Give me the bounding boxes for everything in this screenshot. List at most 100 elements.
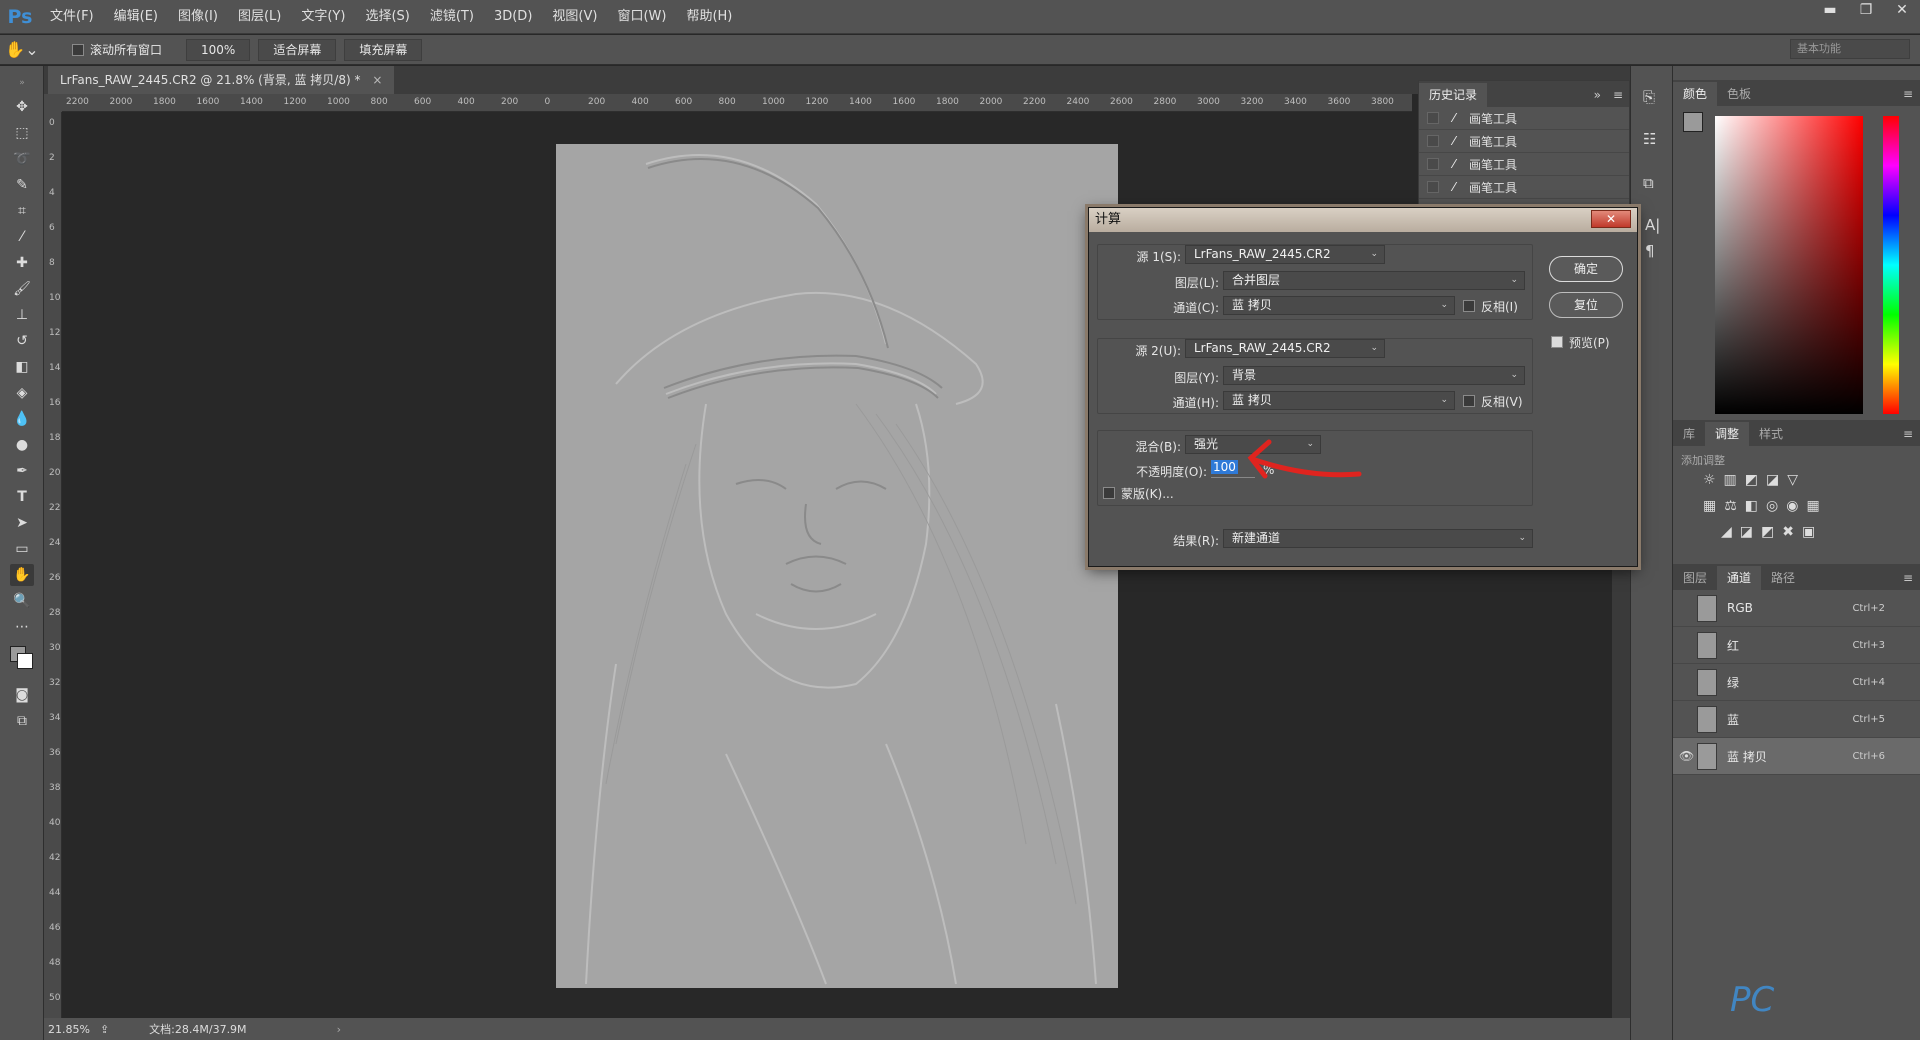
path-select-tool-icon[interactable]: ➤ xyxy=(10,512,34,534)
channel-row[interactable]: 红 Ctrl+3 xyxy=(1673,627,1920,664)
foreground-swatch[interactable] xyxy=(1683,112,1703,132)
adjustment-icons-row1[interactable]: ☼▥◩◪▽ xyxy=(1703,472,1806,488)
preview-checkbox[interactable] xyxy=(1551,336,1563,348)
tab-adjustments[interactable]: 调整 xyxy=(1705,422,1750,446)
fill-screen-button[interactable]: 填充屏幕 xyxy=(344,38,423,61)
source1-invert-checkbox[interactable] xyxy=(1463,300,1475,312)
minimize-button[interactable]: ▬ xyxy=(1812,0,1848,20)
panel-menu-icon[interactable]: ≡ xyxy=(1607,83,1629,107)
history-snapshot-checkbox[interactable] xyxy=(1427,158,1439,170)
screen-mode-icon[interactable]: ⧉ xyxy=(10,710,34,732)
hand-tool-preset-icon[interactable]: ✋⌄ xyxy=(0,40,44,59)
hand-tool-icon[interactable]: ✋ xyxy=(10,564,34,586)
channels-panel-menu-icon[interactable]: ≡ xyxy=(1895,566,1920,590)
blur-tool-icon[interactable]: 💧 xyxy=(10,408,34,430)
channel-row[interactable]: 👁 蓝 拷贝 Ctrl+6 xyxy=(1673,738,1920,775)
move-tool-icon[interactable]: ✥ xyxy=(10,96,34,118)
result-select[interactable]: 新建通道 ⌄ xyxy=(1223,529,1533,548)
quick-mask-icon[interactable]: ◙ xyxy=(10,684,34,706)
tab-history[interactable]: 历史记录 xyxy=(1419,83,1488,107)
eyedropper-tool-icon[interactable]: ⁄ xyxy=(10,226,34,248)
document-image[interactable] xyxy=(556,144,1118,988)
more-tools-icon[interactable]: ⋯ xyxy=(10,616,34,638)
status-menu-arrow-icon[interactable]: › xyxy=(337,1023,341,1036)
pen-tool-icon[interactable]: ✒ xyxy=(10,460,34,482)
visibility-eye-icon[interactable]: 👁 xyxy=(1679,749,1694,763)
paragraph-panel-icon[interactable]: ¶ xyxy=(1645,242,1655,260)
collapse-arrows-icon[interactable]: » xyxy=(10,72,34,94)
brush-tool-icon[interactable]: 🖌 xyxy=(10,278,34,300)
export-icon[interactable]: ⇪ xyxy=(100,1023,109,1036)
tab-paths[interactable]: 路径 xyxy=(1761,566,1805,590)
close-tab-icon[interactable]: × xyxy=(372,73,382,87)
hue-slider[interactable] xyxy=(1883,116,1899,414)
history-snapshot-checkbox[interactable] xyxy=(1427,112,1439,124)
adjust-panel-menu-icon[interactable]: ≡ xyxy=(1895,422,1920,446)
tab-styles[interactable]: 样式 xyxy=(1749,422,1793,446)
dialog-close-button[interactable]: ✕ xyxy=(1591,210,1631,228)
fit-screen-button[interactable]: 适合屏幕 xyxy=(258,38,337,61)
zoom-tool-icon[interactable]: 🔍 xyxy=(10,590,34,612)
quick-select-tool-icon[interactable]: ✎ xyxy=(10,174,34,196)
ok-button[interactable]: 确定 xyxy=(1549,256,1623,282)
adjustment-icons-row2[interactable]: ▦⚖◧◎◉▦ xyxy=(1703,498,1828,514)
menu-item-10[interactable]: 帮助(H) xyxy=(676,0,742,34)
workspace-switcher[interactable]: 基本功能 xyxy=(1790,39,1910,59)
tab-swatches[interactable]: 色板 xyxy=(1717,82,1761,106)
scroll-all-checkbox[interactable] xyxy=(72,43,84,57)
channel-row[interactable]: 绿 Ctrl+4 xyxy=(1673,664,1920,701)
history-item[interactable]: ⁄ 画笔工具 xyxy=(1419,153,1629,176)
history-brush-tool-icon[interactable]: ↺ xyxy=(10,330,34,352)
history-item[interactable]: ⁄ 画笔工具 xyxy=(1419,176,1629,199)
source2-select[interactable]: LrFans_RAW_2445.CR2 ⌄ xyxy=(1185,339,1385,358)
close-window-button[interactable]: ✕ xyxy=(1884,0,1920,20)
mask-button[interactable]: 蒙版(K)... xyxy=(1121,485,1174,502)
clone-source-panel-icon[interactable]: ⧉ xyxy=(1643,174,1654,192)
menu-item-5[interactable]: 选择(S) xyxy=(355,0,419,34)
source2-invert-checkbox[interactable] xyxy=(1463,395,1475,407)
foreground-background-color-icon[interactable] xyxy=(10,646,34,669)
type-tool-icon[interactable]: T xyxy=(10,486,34,508)
source2-channel-select[interactable]: 蓝 拷贝 ⌄ xyxy=(1223,391,1455,410)
source2-layer-select[interactable]: 背景 ⌄ xyxy=(1223,366,1525,385)
mask-checkbox[interactable] xyxy=(1103,487,1115,499)
paint-bucket-tool-icon[interactable]: ◈ xyxy=(10,382,34,404)
crop-tool-icon[interactable]: ⌗ xyxy=(10,200,34,222)
menu-item-2[interactable]: 图像(I) xyxy=(168,0,228,34)
lasso-tool-icon[interactable]: ➰ xyxy=(10,148,34,170)
panel-collapse-icon[interactable]: » xyxy=(1588,83,1607,107)
menu-item-0[interactable]: 文件(F) xyxy=(40,0,104,34)
source1-select[interactable]: LrFans_RAW_2445.CR2 ⌄ xyxy=(1185,245,1385,264)
source1-channel-select[interactable]: 蓝 拷贝 ⌄ xyxy=(1223,296,1455,315)
history-item[interactable]: ⁄ 画笔工具 xyxy=(1419,130,1629,153)
color-field[interactable] xyxy=(1715,116,1863,414)
eraser-tool-icon[interactable]: ◧ xyxy=(10,356,34,378)
tab-libraries[interactable]: 库 xyxy=(1673,422,1705,446)
dodge-tool-icon[interactable]: ● xyxy=(10,434,34,456)
zoom-level[interactable]: 21.85% xyxy=(48,1023,90,1036)
restore-button[interactable]: ❐ xyxy=(1848,0,1884,20)
menu-item-1[interactable]: 编辑(E) xyxy=(104,0,168,34)
tab-layers[interactable]: 图层 xyxy=(1673,566,1717,590)
reset-button[interactable]: 复位 xyxy=(1549,292,1623,318)
color-panel-menu-icon[interactable]: ≡ xyxy=(1895,82,1920,106)
zoom-100-button[interactable]: 100% xyxy=(186,38,251,61)
channel-row[interactable]: 蓝 Ctrl+5 xyxy=(1673,701,1920,738)
rectangle-tool-icon[interactable]: ▭ xyxy=(10,538,34,560)
menu-item-9[interactable]: 窗口(W) xyxy=(607,0,676,34)
menu-item-4[interactable]: 文字(Y) xyxy=(291,0,355,34)
history-snapshot-checkbox[interactable] xyxy=(1427,181,1439,193)
source1-layer-select[interactable]: 合并图层 ⌄ xyxy=(1223,271,1525,290)
marquee-tool-icon[interactable]: ⬚ xyxy=(10,122,34,144)
tab-color[interactable]: 颜色 xyxy=(1673,82,1718,106)
adjustment-icons-row3[interactable]: ◢◪◩✖▣ xyxy=(1721,524,1823,540)
history-panel-icon[interactable]: ⎘ xyxy=(1643,88,1655,106)
history-snapshot-checkbox[interactable] xyxy=(1427,135,1439,147)
character-panel-icon[interactable]: A| xyxy=(1645,216,1660,234)
clone-stamp-tool-icon[interactable]: ⊥ xyxy=(10,304,34,326)
menu-item-6[interactable]: 滤镜(T) xyxy=(420,0,484,34)
menu-item-3[interactable]: 图层(L) xyxy=(228,0,291,34)
properties-panel-icon[interactable]: ☷ xyxy=(1643,130,1656,148)
tab-channels[interactable]: 通道 xyxy=(1717,566,1762,590)
document-tab[interactable]: LrFans_RAW_2445.CR2 @ 21.8% (背景, 蓝 拷贝/8)… xyxy=(48,66,395,94)
